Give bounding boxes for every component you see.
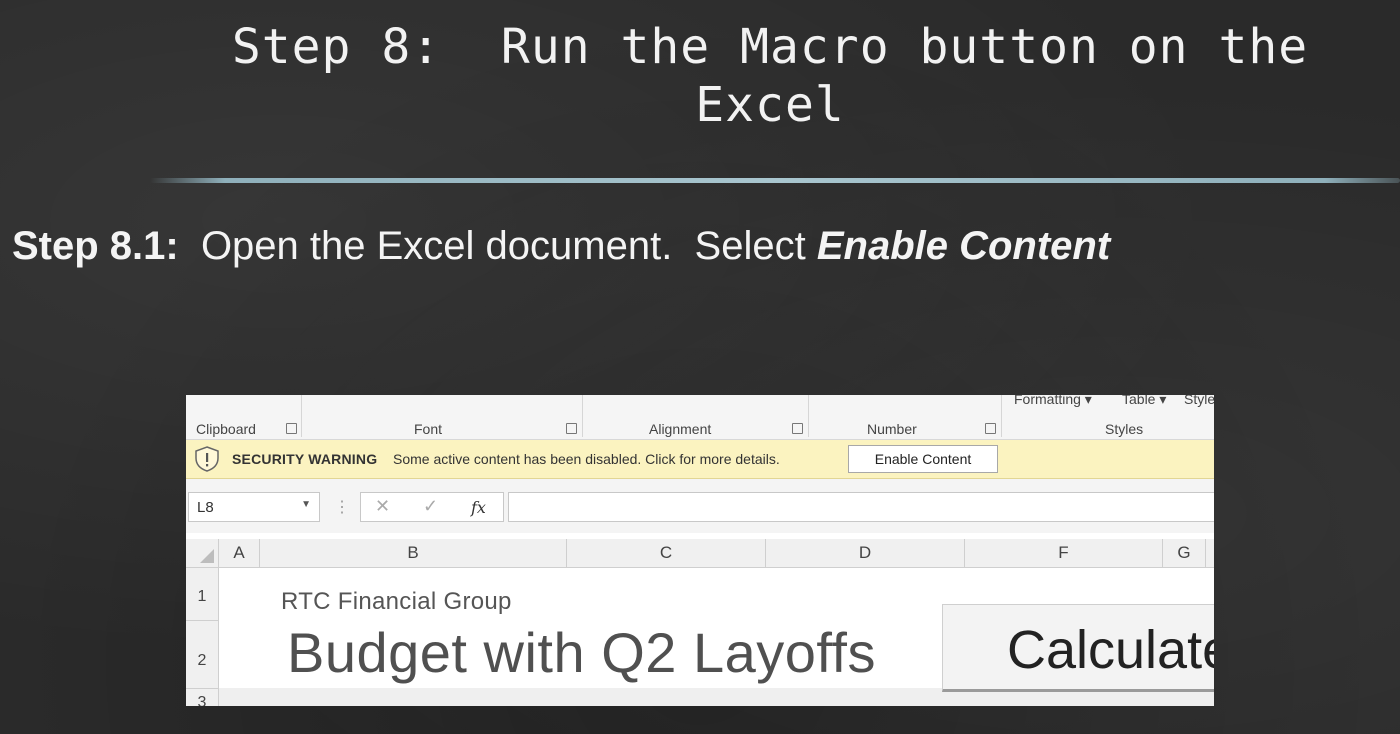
alignment-launcher-icon[interactable]	[792, 423, 803, 434]
enable-content-button[interactable]: Enable Content	[848, 445, 998, 473]
group-styles-label: Styles	[1105, 421, 1144, 437]
row-header-1[interactable]: 1	[186, 588, 218, 606]
row-divider	[186, 688, 218, 689]
chevron-down-icon[interactable]: ▼	[301, 499, 311, 510]
resize-handle-icon[interactable]: ⋮	[334, 497, 350, 517]
insert-function-icon[interactable]: fx	[471, 498, 486, 517]
slide-title: Step 8: Run the Macro button on the Exce…	[231, 19, 1339, 133]
row-headers: 1 2 3	[186, 568, 219, 706]
font-launcher-icon[interactable]	[566, 423, 577, 434]
formula-bar: L8 ▼ ⋮ ✕ ✓ fx	[186, 479, 1214, 533]
security-warning-message[interactable]: Some active content has been disabled. C…	[393, 451, 780, 467]
ribbon-separator	[1001, 395, 1002, 437]
title-divider	[150, 178, 1400, 183]
ribbon-separator	[808, 395, 809, 437]
step-text: Open the Excel document. Select	[178, 224, 817, 268]
row-divider	[186, 620, 218, 621]
clipboard-launcher-icon[interactable]	[286, 423, 297, 434]
format-as-table-button[interactable]: Table ▾	[1122, 395, 1166, 408]
group-alignment-label: Alignment	[649, 421, 712, 437]
row-header-3[interactable]: 3	[186, 694, 218, 706]
step-instruction: Step 8.1: Open the Excel document. Selec…	[12, 224, 1110, 269]
cell-styles-button[interactable]: Style	[1184, 395, 1214, 407]
security-warning-title: SECURITY WARNING	[232, 451, 378, 467]
ribbon-separator	[301, 395, 302, 437]
conditional-formatting-button[interactable]: Formatting ▾	[1014, 395, 1092, 408]
step-label: Step 8.1:	[12, 224, 179, 268]
shield-warning-icon	[195, 446, 219, 472]
group-clipboard-label: Clipboard	[196, 421, 256, 437]
calculate-button-label: Calculate	[1007, 620, 1214, 680]
column-header-g[interactable]: G	[1163, 539, 1206, 567]
step-emphasis: Enable Content	[816, 224, 1111, 268]
number-launcher-icon[interactable]	[985, 423, 996, 434]
column-header-a[interactable]: A	[219, 539, 260, 567]
formula-input[interactable]	[508, 492, 1214, 522]
cancel-icon[interactable]: ✕	[375, 496, 390, 517]
select-all-corner[interactable]	[186, 539, 219, 567]
column-header-c[interactable]: C	[567, 539, 766, 567]
ribbon-separator	[582, 395, 583, 437]
group-number-label: Number	[867, 421, 917, 437]
worksheet-grid[interactable]: RTC Financial Group Budget with Q2 Layof…	[219, 568, 1214, 706]
column-header-f[interactable]: F	[965, 539, 1163, 567]
column-header-b[interactable]: B	[260, 539, 567, 567]
formula-buttons: ✕ ✓ fx	[360, 492, 504, 522]
column-header-d[interactable]: D	[766, 539, 965, 567]
budget-title-cell[interactable]: Budget with Q2 Layoffs	[287, 620, 876, 685]
ribbon: Formatting ▾ Table ▾ Style Clipboard Fon…	[186, 395, 1214, 440]
name-box-value: L8	[197, 499, 214, 516]
calculate-macro-button[interactable]: Calculate	[942, 604, 1214, 692]
column-headers: A B C D F G	[186, 539, 1214, 568]
enter-check-icon[interactable]: ✓	[423, 496, 438, 517]
row-header-2[interactable]: 2	[186, 652, 218, 670]
company-name-cell[interactable]: RTC Financial Group	[281, 588, 512, 616]
group-font-label: Font	[414, 421, 443, 437]
name-box[interactable]: L8 ▼	[188, 492, 320, 522]
excel-screenshot: Formatting ▾ Table ▾ Style Clipboard Fon…	[186, 395, 1214, 706]
security-warning-bar: SECURITY WARNING Some active content has…	[186, 440, 1214, 479]
